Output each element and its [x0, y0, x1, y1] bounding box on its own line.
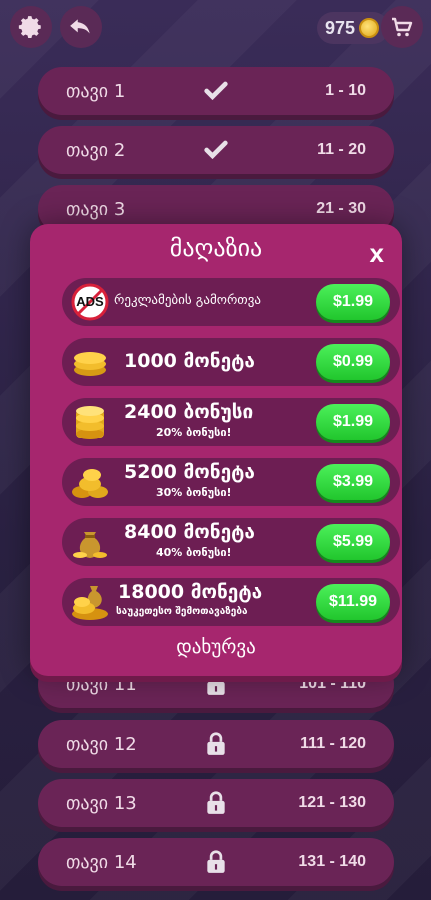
offer-amount: 1000 მონეტა	[124, 350, 255, 372]
gear-icon	[18, 16, 41, 38]
price-button[interactable]: $1.99	[316, 284, 390, 320]
level-range: 1 - 10	[325, 82, 366, 99]
level-name: თავი 11	[66, 673, 137, 695]
ads-badge-text: ADS	[76, 294, 104, 309]
offer-amount: 5200 მონეტა	[124, 461, 255, 483]
shop-title: მაღაზია	[169, 234, 263, 262]
level-range: 101 - 110	[299, 675, 366, 692]
offer-bonus: 40% ბონუსი!	[156, 546, 232, 559]
shop-cart-button[interactable]	[381, 6, 423, 48]
level-range: 111 - 120	[300, 735, 366, 752]
top-bar: 975	[0, 0, 431, 60]
price-button[interactable]: $11.99	[316, 584, 390, 620]
price-button[interactable]: $3.99	[316, 464, 390, 500]
undo-arrow-icon	[70, 19, 90, 34]
level-row-1[interactable]: თავი 1 1 - 10	[38, 67, 394, 115]
level-row-13[interactable]: თავი 13 121 - 130	[38, 779, 394, 827]
treasure-pile-icon	[70, 582, 110, 622]
level-range: 131 - 140	[298, 853, 366, 870]
offer-bonus: საუკეთესო შემოთავაზება	[116, 606, 248, 617]
coin-balance: 975	[317, 12, 389, 44]
price-button[interactable]: $5.99	[316, 524, 390, 560]
coin-offer-8400[interactable]: 8400 მონეტა 40% ბონუსი! $5.99	[62, 518, 400, 566]
level-row-2[interactable]: თავი 2 11 - 20	[38, 126, 394, 174]
coin-offer-1000[interactable]: 1000 მონეტა $0.99	[62, 338, 400, 386]
lock-icon	[203, 789, 229, 821]
money-bag-icon	[70, 522, 110, 562]
checkmark-icon	[201, 77, 231, 109]
level-row-14[interactable]: თავი 14 131 - 140	[38, 838, 394, 886]
lock-icon	[203, 848, 229, 880]
level-range: 121 - 130	[298, 794, 366, 811]
cart-icon	[392, 17, 413, 37]
coin-offer-18000[interactable]: 18000 მონეტა საუკეთესო შემოთავაზება $11.…	[62, 578, 400, 626]
level-name: თავი 3	[66, 198, 126, 220]
level-name: თავი 2	[66, 139, 126, 161]
offer-amount: 8400 მონეტა	[124, 521, 255, 543]
coin-icon	[359, 18, 380, 38]
offer-amount: 18000 მონეტა	[118, 581, 263, 603]
coin-offer-2400[interactable]: 2400 ბონუსი 20% ბონუსი! $1.99	[62, 398, 400, 446]
remove-ads-offer[interactable]: ADS რეკლამების გამორთვა $1.99	[62, 278, 400, 326]
price-button[interactable]: $0.99	[316, 344, 390, 380]
level-name: თავი 1	[66, 80, 126, 102]
no-ads-icon: ADS	[70, 282, 110, 322]
shop-modal: მაღაზია x ADS რეკლამების გამორთვა $1.99 …	[30, 224, 402, 676]
level-name: თავი 14	[66, 851, 137, 873]
settings-button[interactable]	[10, 6, 52, 48]
level-range: 11 - 20	[317, 141, 366, 158]
close-shop-button[interactable]: დახურვა	[30, 636, 402, 658]
level-name: თავი 12	[66, 733, 137, 755]
offer-amount: 2400 ბონუსი	[124, 401, 254, 423]
level-range: 21 - 30	[316, 200, 366, 217]
close-icon[interactable]: x	[370, 238, 384, 269]
back-button[interactable]	[60, 6, 102, 48]
coin-offer-5200[interactable]: 5200 მონეტა 30% ბონუსი! $3.99	[62, 458, 400, 506]
level-row-12[interactable]: თავი 12 111 - 120	[38, 720, 394, 768]
price-button[interactable]: $1.99	[316, 404, 390, 440]
coin-count: 975	[325, 17, 356, 38]
lock-icon	[203, 730, 229, 762]
checkmark-icon	[201, 136, 231, 168]
remove-ads-label: რეკლამების გამორთვა	[114, 293, 261, 308]
coin-pile-icon	[70, 462, 110, 502]
level-name: თავი 13	[66, 792, 137, 814]
coin-stack-icon	[70, 402, 110, 442]
offer-bonus: 30% ბონუსი!	[156, 486, 232, 499]
offer-bonus: 20% ბონუსი!	[156, 426, 232, 439]
coin-stack-icon	[70, 342, 110, 382]
